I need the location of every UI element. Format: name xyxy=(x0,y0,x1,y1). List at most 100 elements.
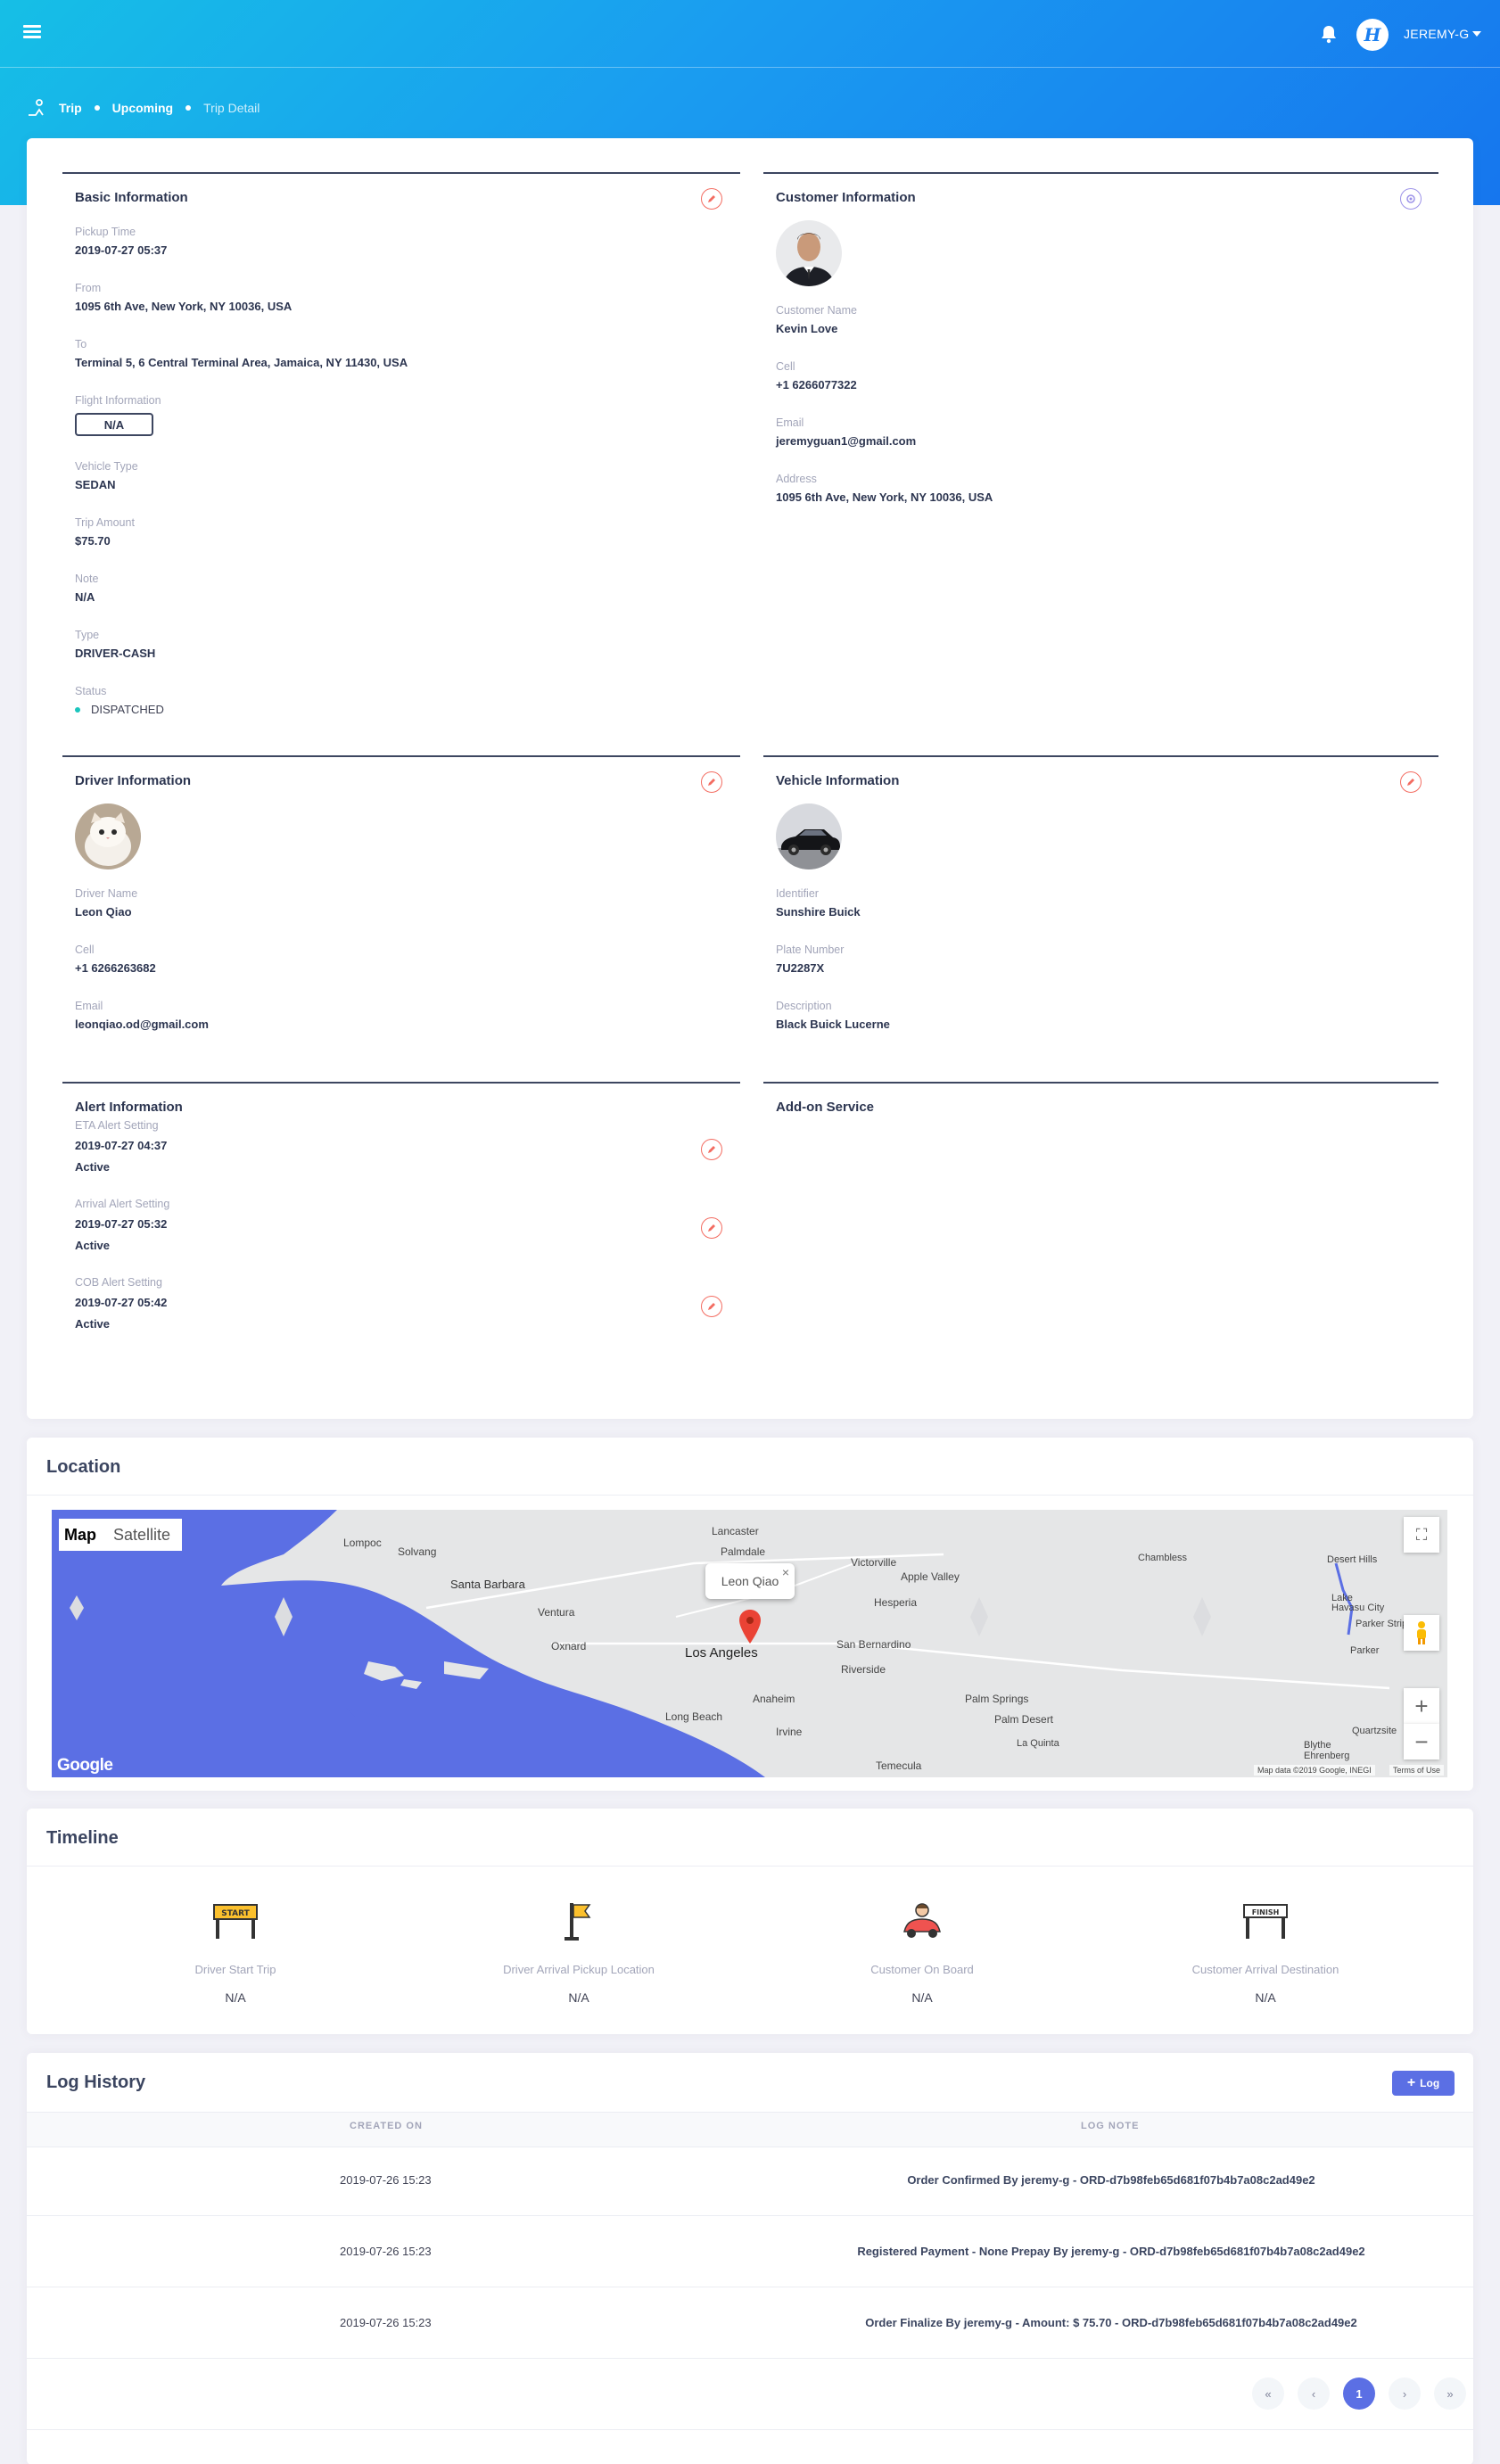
place-label: Riverside xyxy=(841,1663,886,1676)
timeline-label: Driver Arrival Pickup Location xyxy=(503,1963,655,1976)
trip-icon xyxy=(29,99,44,116)
map-infowindow: Leon Qiao × xyxy=(705,1563,795,1599)
alert-information-section: Alert Information ETA Alert Setting 2019… xyxy=(62,1082,740,1367)
place-label: Palmdale xyxy=(721,1545,766,1558)
customer-address-label: Address xyxy=(776,473,817,485)
section-title: Customer Information xyxy=(776,190,916,205)
start-sign-text: START xyxy=(221,1909,250,1918)
map-marker-icon[interactable] xyxy=(739,1610,761,1644)
place-label: Irvine xyxy=(776,1726,803,1738)
log-created: 2019-07-26 15:23 xyxy=(340,2173,432,2187)
timeline-value: N/A xyxy=(568,1990,589,2005)
driver-name-label: Driver Name xyxy=(75,887,138,900)
logo-letter: H xyxy=(1364,24,1381,45)
log-history-title: Log History xyxy=(46,2073,146,2092)
from-value: 1095 6th Ave, New York, NY 10036, USA xyxy=(75,300,293,313)
edit-cob-alert-button[interactable] xyxy=(701,1296,722,1317)
eta-alert-label: ETA Alert Setting xyxy=(75,1119,159,1132)
terms-of-use-link[interactable]: Terms of Use xyxy=(1389,1765,1445,1776)
row-divider xyxy=(27,2358,1473,2359)
breadcrumb-separator xyxy=(94,105,100,111)
pickup-time-label: Pickup Time xyxy=(75,226,136,238)
pagination-prev[interactable]: ‹ xyxy=(1298,2377,1330,2410)
timeline-label: Customer On Board xyxy=(870,1963,974,1976)
eta-alert-time: 2019-07-27 04:37 xyxy=(75,1139,168,1152)
user-avatar[interactable]: H xyxy=(1356,19,1389,51)
menu-icon[interactable] xyxy=(23,25,41,39)
column-header-log-note: LOG NOTE xyxy=(1081,2121,1140,2131)
place-label: Lompoc xyxy=(343,1537,382,1549)
breadcrumb-trip-detail: Trip Detail xyxy=(203,101,260,115)
vehicle-type-value: SEDAN xyxy=(75,478,116,491)
edit-arrival-alert-button[interactable] xyxy=(701,1217,722,1239)
start-sign-icon: START xyxy=(213,1904,258,1939)
log-created: 2019-07-26 15:23 xyxy=(340,2245,432,2258)
place-label: Desert Hills xyxy=(1327,1554,1378,1565)
place-label: Long Beach xyxy=(665,1710,723,1723)
timeline-customer-on-board: Customer On Board N/A xyxy=(779,1901,1065,2005)
place-label: Lake Havasu City xyxy=(1331,1593,1385,1613)
location-title: Location xyxy=(46,1457,121,1477)
vehicle-information-section: Vehicle Information Identifier Sunshire … xyxy=(763,755,1438,1041)
trip-detail-card: Basic Information Pickup Time 2019-07-27… xyxy=(27,138,1473,1419)
edit-eta-alert-button[interactable] xyxy=(701,1139,722,1160)
zoom-out-button[interactable]: − xyxy=(1404,1724,1439,1759)
customer-information-section: Customer Information Customer Name Kevin… xyxy=(763,172,1438,529)
cob-alert-time: 2019-07-27 05:42 xyxy=(75,1296,168,1309)
pagination-page-1[interactable]: 1 xyxy=(1343,2377,1375,2410)
eta-alert-state: Active xyxy=(75,1160,111,1174)
place-label: Chambless xyxy=(1138,1553,1188,1563)
map-view-tab[interactable]: Map xyxy=(59,1519,102,1551)
section-title: Vehicle Information xyxy=(776,773,900,788)
driver-cell-label: Cell xyxy=(75,944,95,956)
section-title: Basic Information xyxy=(75,190,188,205)
divider xyxy=(27,1495,1473,1496)
user-menu[interactable]: JEREMY-G xyxy=(1404,27,1482,41)
flight-info-value: N/A xyxy=(75,413,153,436)
add-log-button[interactable]: + Log xyxy=(1392,2071,1455,2096)
place-label: Lancaster xyxy=(712,1525,759,1537)
close-icon[interactable]: × xyxy=(782,1565,789,1579)
edit-basic-button[interactable] xyxy=(701,188,722,210)
pagination-last[interactable]: » xyxy=(1434,2377,1466,2410)
customer-cell-value: +1 6266077322 xyxy=(776,378,857,391)
customer-photo xyxy=(776,220,842,286)
customer-name-value: Kevin Love xyxy=(776,322,838,335)
pencil-icon xyxy=(708,195,715,202)
street-view-pegman-icon[interactable] xyxy=(1404,1615,1439,1651)
plus-icon: + xyxy=(1406,2075,1416,2090)
fullscreen-icon[interactable]: ⛶ xyxy=(1404,1517,1439,1553)
cob-alert-state: Active xyxy=(75,1317,111,1331)
place-label: Victorville xyxy=(851,1556,897,1569)
place-label: Palm Springs xyxy=(965,1693,1029,1705)
edit-vehicle-button[interactable] xyxy=(1400,771,1422,793)
cob-alert-label: COB Alert Setting xyxy=(75,1276,162,1289)
row-divider xyxy=(27,2429,1473,2430)
description-label: Description xyxy=(776,1000,832,1012)
note-label: Note xyxy=(75,573,99,585)
breadcrumb-trip[interactable]: Trip xyxy=(59,101,82,115)
edit-driver-button[interactable] xyxy=(701,771,722,793)
timeline-value: N/A xyxy=(225,1990,246,2005)
notification-bell-icon[interactable] xyxy=(1320,24,1338,44)
location-map[interactable]: Map Satellite Lompoc Solvang Santa Barba… xyxy=(52,1510,1447,1777)
zoom-in-button[interactable]: + xyxy=(1404,1688,1439,1724)
pagination-next[interactable]: › xyxy=(1389,2377,1421,2410)
place-label: Ventura xyxy=(538,1606,575,1619)
place-label: Parker Strip xyxy=(1356,1619,1408,1629)
timeline-driver-arrival: Driver Arrival Pickup Location N/A xyxy=(436,1901,721,2005)
finish-sign-text: FINISH xyxy=(1252,1908,1280,1916)
place-label: San Bernardino xyxy=(837,1638,911,1651)
from-label: From xyxy=(75,282,102,294)
pencil-icon xyxy=(708,1146,715,1153)
user-name: JEREMY-G xyxy=(1404,27,1470,41)
pagination-first[interactable]: « xyxy=(1252,2377,1284,2410)
breadcrumb-upcoming[interactable]: Upcoming xyxy=(112,101,173,115)
timeline-value: N/A xyxy=(1255,1990,1276,2005)
driver-email-label: Email xyxy=(75,1000,103,1012)
customer-email-label: Email xyxy=(776,416,804,429)
view-customer-button[interactable] xyxy=(1400,188,1422,210)
satellite-view-tab[interactable]: Satellite xyxy=(102,1519,182,1551)
pencil-icon xyxy=(708,779,715,786)
column-header-created-on: CREATED ON xyxy=(350,2121,423,2131)
